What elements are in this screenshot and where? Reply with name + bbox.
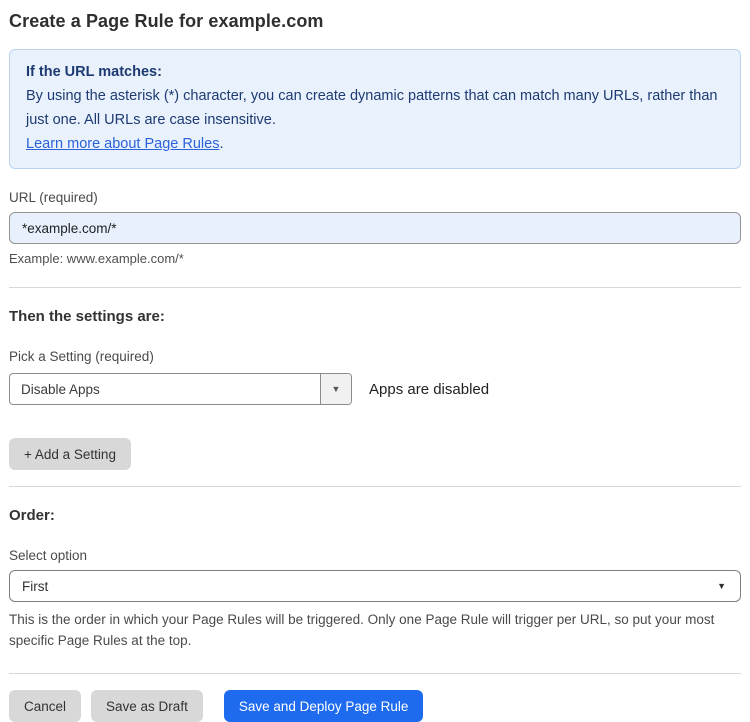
cancel-button[interactable]: Cancel	[9, 690, 82, 722]
create-page-rule-form: Create a Page Rule for example.com If th…	[0, 11, 750, 722]
footer-actions: Cancel Save as Draft Save and Deploy Pag…	[9, 690, 741, 722]
info-box-link-line: Learn more about Page Rules.	[26, 132, 724, 156]
caret-down-icon: ▼	[717, 581, 726, 591]
setting-dropdown-caret-button[interactable]: ▼	[320, 374, 351, 404]
url-field-label: URL (required)	[9, 190, 98, 205]
page-title: Create a Page Rule for example.com	[9, 11, 324, 31]
order-select[interactable]: First ▼	[9, 570, 741, 602]
setting-status-text: Apps are disabled	[369, 380, 490, 398]
setting-picker-row: Disable Apps ▼ Apps are disabled	[9, 373, 741, 405]
save-and-deploy-button[interactable]: Save and Deploy Page Rule	[223, 690, 424, 722]
pick-setting-label: Pick a Setting (required)	[9, 349, 154, 364]
url-match-info-box: If the URL matches: By using the asteris…	[9, 49, 741, 169]
order-helper-text: This is the order in which your Page Rul…	[9, 612, 715, 648]
divider	[9, 486, 741, 487]
caret-down-icon: ▼	[331, 384, 341, 394]
info-box-heading: If the URL matches:	[26, 64, 162, 80]
save-as-draft-button[interactable]: Save as Draft	[91, 690, 203, 722]
setting-dropdown[interactable]: Disable Apps ▼	[9, 373, 352, 405]
link-suffix: .	[219, 136, 224, 152]
divider	[9, 287, 741, 288]
info-box-body: By using the asterisk (*) character, you…	[26, 88, 718, 128]
learn-more-link[interactable]: Learn more about Page Rules	[26, 136, 219, 152]
order-section-heading: Order:	[9, 507, 55, 524]
settings-section-heading: Then the settings are:	[9, 308, 165, 325]
url-input[interactable]	[9, 212, 741, 244]
divider	[9, 673, 741, 674]
setting-dropdown-value: Disable Apps	[21, 381, 100, 397]
select-option-label: Select option	[9, 548, 88, 563]
order-select-value: First	[22, 578, 49, 594]
add-setting-button[interactable]: + Add a Setting	[9, 438, 131, 470]
url-example-helper: Example: www.example.com/*	[9, 251, 184, 266]
